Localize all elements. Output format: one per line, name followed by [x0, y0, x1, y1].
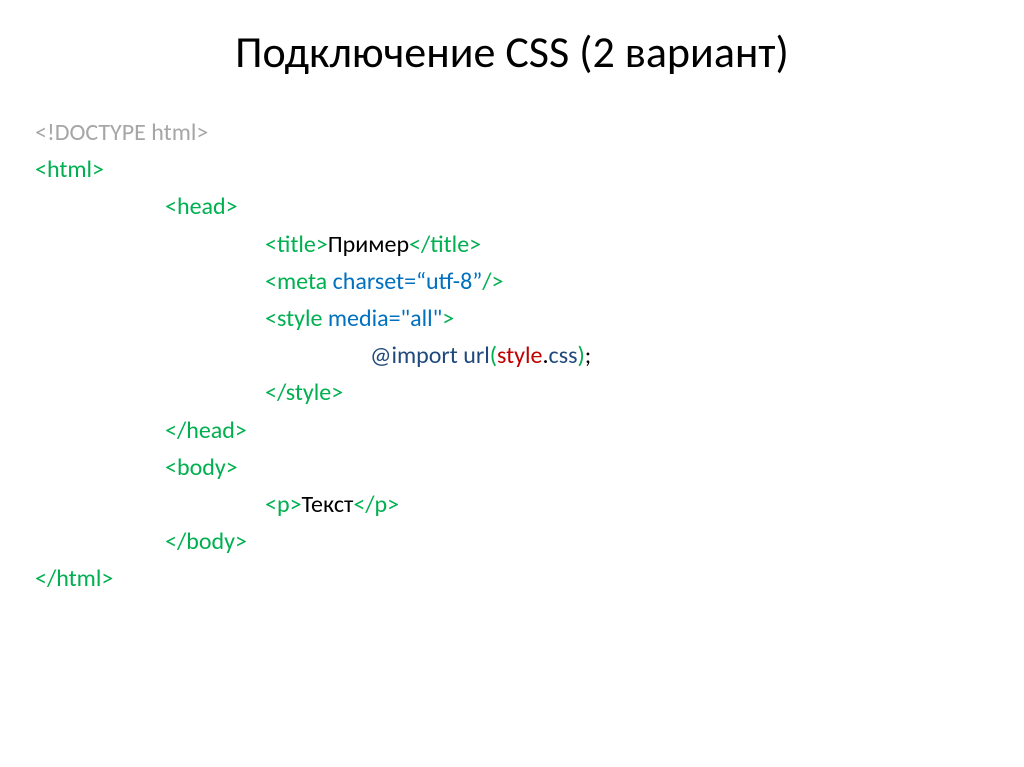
line-body-open: <body>	[35, 449, 989, 486]
body-close-tag: </body>	[165, 527, 247, 556]
paren-open: (	[490, 341, 497, 370]
line-head-close: </head>	[35, 412, 989, 449]
html-close-tag: </html>	[35, 564, 113, 593]
import-semi: ;	[585, 341, 591, 370]
line-p: <p>Текст</p>	[35, 486, 989, 523]
style-open: <style	[265, 304, 322, 333]
style-open-end: >	[442, 304, 454, 333]
head-close-tag: </head>	[165, 416, 247, 445]
body-open-tag: <body>	[165, 453, 238, 482]
import-ext: css	[549, 341, 578, 370]
slide-title: Подключение CSS (2 вариант)	[35, 25, 989, 79]
p-text: Текст	[302, 490, 354, 519]
line-head-open: <head>	[35, 188, 989, 225]
style-attr: media="all"	[322, 304, 442, 333]
meta-open: <meta	[265, 267, 327, 296]
line-meta: <meta charset=“utf-8”/>	[35, 263, 989, 300]
style-close-tag: </style>	[265, 378, 343, 407]
import-keyword: @import	[370, 341, 458, 370]
p-open-tag: <p>	[265, 490, 302, 519]
head-open-tag: <head>	[165, 192, 238, 221]
slide: Подключение CSS (2 вариант) <!DOCTYPE ht…	[0, 0, 1024, 767]
line-body-close: </body>	[35, 523, 989, 560]
line-style-close: </style>	[35, 374, 989, 411]
import-file: style	[497, 341, 542, 370]
line-html-close: </html>	[35, 560, 989, 597]
line-style-open: <style media="all">	[35, 300, 989, 337]
html-open-tag: <html>	[35, 155, 104, 184]
code-block: <!DOCTYPE html> <html> <head> <title>При…	[35, 114, 989, 597]
doctype: <!DOCTYPE html>	[35, 118, 208, 147]
line-import: @import url(style.css);	[35, 337, 989, 374]
title-text: Пример	[328, 230, 409, 259]
meta-attr: charset=“utf-8”	[327, 267, 482, 296]
import-url: url	[463, 341, 489, 370]
paren-close: )	[577, 341, 584, 370]
line-html-open: <html>	[35, 151, 989, 188]
title-open-tag: <title>	[265, 230, 328, 259]
line-title: <title>Пример</title>	[35, 226, 989, 263]
meta-close: />	[482, 267, 503, 296]
line-doctype: <!DOCTYPE html>	[35, 114, 989, 151]
title-close-tag: </title>	[409, 230, 481, 259]
p-close-tag: </p>	[353, 490, 399, 519]
